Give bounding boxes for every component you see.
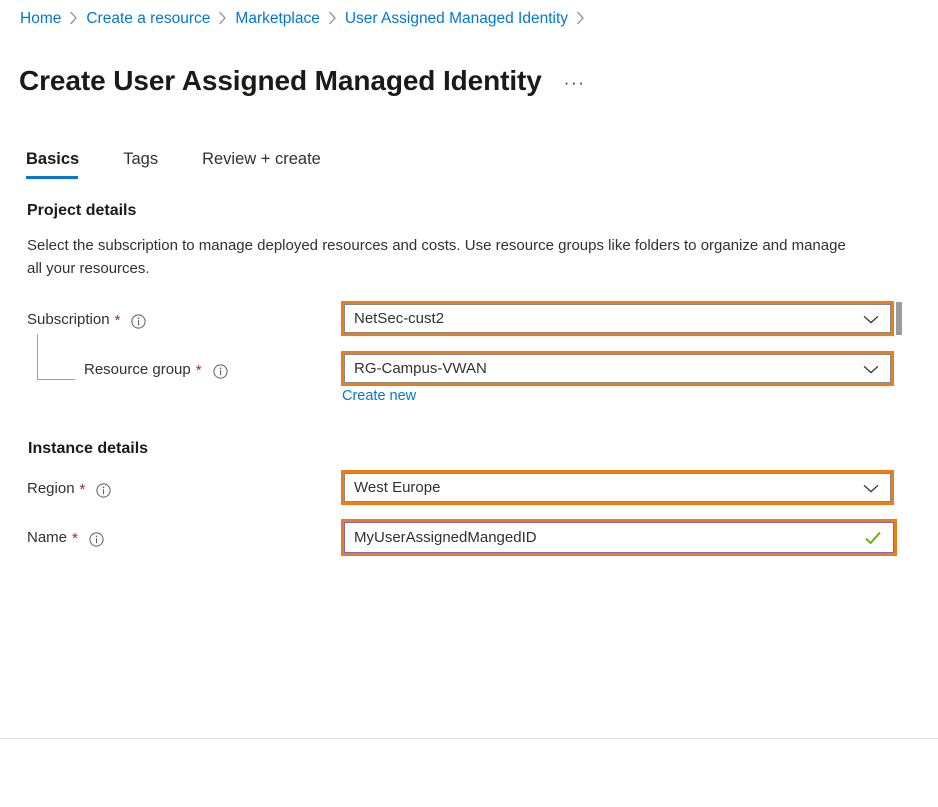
create-new-resource-group-link[interactable]: Create new <box>342 386 416 406</box>
info-icon[interactable] <box>96 482 111 498</box>
region-dropdown[interactable]: West Europe <box>344 473 891 502</box>
name-label: Name * <box>27 528 104 548</box>
region-label-text: Region <box>27 480 75 497</box>
required-marker: * <box>114 312 121 329</box>
more-options-icon[interactable]: ··· <box>564 73 586 93</box>
info-icon[interactable] <box>131 313 146 329</box>
subscription-highlight-box: NetSec-cust2 <box>341 301 894 336</box>
field-hierarchy-connector <box>37 334 75 380</box>
subscription-label-text: Subscription <box>27 311 110 328</box>
resource-group-label-text: Resource group <box>84 361 191 378</box>
chevron-right-icon <box>218 11 227 25</box>
project-details-heading: Project details <box>27 202 137 219</box>
breadcrumb-item-create-a-resource[interactable]: Create a resource <box>86 9 210 29</box>
create-managed-identity-page: Home Create a resource Marketplace User … <box>0 0 938 807</box>
resource-group-dropdown[interactable]: RG-Campus-VWAN <box>344 354 891 383</box>
project-details-description: Select the subscription to manage deploy… <box>27 237 846 277</box>
region-highlight-box: West Europe <box>341 470 894 505</box>
wizard-tabs: Basics Tags Review + create <box>26 149 321 179</box>
tab-basics[interactable]: Basics <box>26 149 79 179</box>
chevron-right-icon <box>576 11 585 25</box>
breadcrumb-item-user-assigned-managed-identity[interactable]: User Assigned Managed Identity <box>345 9 568 29</box>
chevron-right-icon <box>328 11 337 25</box>
resource-group-highlight-box: RG-Campus-VWAN <box>341 351 894 386</box>
subscription-label: Subscription * <box>27 310 146 330</box>
breadcrumb-item-home[interactable]: Home <box>20 9 61 29</box>
region-value: West Europe <box>354 478 441 496</box>
resource-group-value: RG-Campus-VWAN <box>354 359 487 377</box>
info-icon[interactable] <box>212 363 228 379</box>
subscription-value: NetSec-cust2 <box>354 309 445 327</box>
breadcrumb-item-marketplace[interactable]: Marketplace <box>235 9 319 29</box>
subscription-dropdown[interactable]: NetSec-cust2 <box>344 304 891 333</box>
chevron-down-icon[interactable] <box>860 308 882 330</box>
wizard-footer: Previous Next Review + create <box>0 739 938 807</box>
region-label: Region * <box>27 479 111 499</box>
required-marker: * <box>72 530 78 547</box>
required-marker: * <box>195 362 202 379</box>
page-title: Create User Assigned Managed Identity <box>19 64 542 96</box>
required-marker: * <box>79 481 86 498</box>
breadcrumb: Home Create a resource Marketplace User … <box>20 9 593 29</box>
name-label-text: Name <box>27 529 68 546</box>
scrollbar-sliver[interactable] <box>896 302 902 335</box>
info-icon[interactable] <box>89 531 104 547</box>
title-row: Create User Assigned Managed Identity ··… <box>19 44 586 118</box>
name-textbox[interactable] <box>344 522 894 553</box>
resource-group-label: Resource group * <box>84 360 228 380</box>
tab-tags[interactable]: Tags <box>123 149 158 179</box>
tab-review-create[interactable]: Review + create <box>202 149 321 179</box>
checkmark-valid-icon <box>862 527 884 549</box>
chevron-right-icon <box>69 11 78 25</box>
chevron-down-icon[interactable] <box>860 358 882 380</box>
name-input[interactable] <box>345 523 862 552</box>
instance-details-heading: Instance details <box>28 440 149 457</box>
chevron-down-icon[interactable] <box>860 477 882 499</box>
name-highlight-box <box>341 519 897 556</box>
